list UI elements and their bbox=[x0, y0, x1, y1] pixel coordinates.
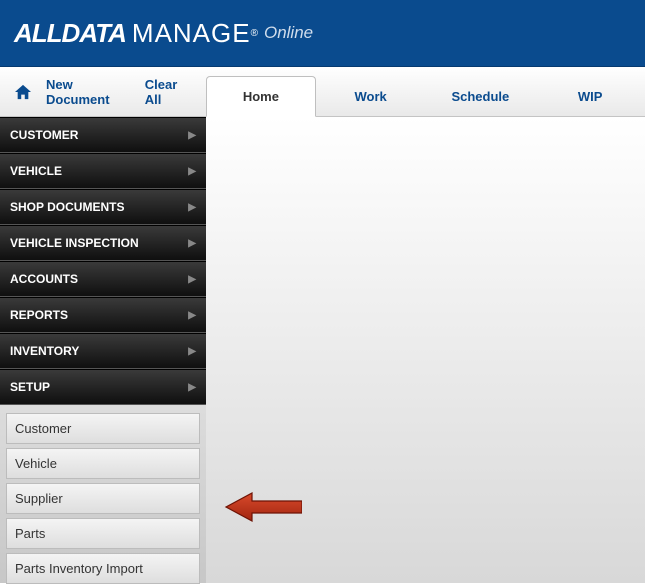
content-area bbox=[206, 117, 645, 583]
nav-label: SETUP bbox=[10, 380, 50, 394]
nav-reports[interactable]: REPORTS ▶ bbox=[0, 297, 206, 333]
sub-customer[interactable]: Customer bbox=[6, 413, 200, 444]
nav-customer[interactable]: CUSTOMER ▶ bbox=[0, 117, 206, 153]
sub-label: Customer bbox=[15, 421, 71, 436]
nav-label: INVENTORY bbox=[10, 344, 79, 358]
tab-label: Schedule bbox=[451, 89, 509, 104]
chevron-right-icon: ▶ bbox=[188, 274, 196, 285]
new-document-link[interactable]: New Document bbox=[46, 77, 131, 107]
nav-label: VEHICLE INSPECTION bbox=[10, 236, 139, 250]
chevron-right-icon: ▶ bbox=[188, 130, 196, 141]
arrow-callout-icon bbox=[224, 492, 302, 527]
app-header: ALLDATA MANAGE® Online bbox=[0, 0, 645, 67]
nav-label: VEHICLE bbox=[10, 164, 62, 178]
brand-manage: MANAGE bbox=[132, 18, 251, 49]
brand-data: DATA bbox=[62, 18, 126, 49]
sub-supplier[interactable]: Supplier bbox=[6, 483, 200, 514]
chevron-right-icon: ▶ bbox=[188, 166, 196, 177]
chevron-right-icon: ▶ bbox=[188, 346, 196, 357]
brand-online: Online bbox=[264, 23, 313, 43]
chevron-right-icon: ▶ bbox=[188, 202, 196, 213]
sidebar: CUSTOMER ▶ VEHICLE ▶ SHOP DOCUMENTS ▶ VE… bbox=[0, 117, 206, 583]
tab-wip[interactable]: WIP bbox=[535, 76, 645, 116]
nav-vehicle-inspection[interactable]: VEHICLE INSPECTION ▶ bbox=[0, 225, 206, 261]
nav-label: ACCOUNTS bbox=[10, 272, 78, 286]
setup-submenu: Customer Vehicle Supplier Parts Parts In… bbox=[0, 405, 206, 584]
nav-vehicle[interactable]: VEHICLE ▶ bbox=[0, 153, 206, 189]
nav-shop-documents[interactable]: SHOP DOCUMENTS ▶ bbox=[0, 189, 206, 225]
chevron-right-icon: ▶ bbox=[188, 382, 196, 393]
nav-setup[interactable]: SETUP ▶ bbox=[0, 369, 206, 405]
body-area: CUSTOMER ▶ VEHICLE ▶ SHOP DOCUMENTS ▶ VE… bbox=[0, 117, 645, 583]
nav-accounts[interactable]: ACCOUNTS ▶ bbox=[0, 261, 206, 297]
tab-strip: Home Work Schedule WIP bbox=[206, 67, 645, 116]
chevron-right-icon: ▶ bbox=[188, 310, 196, 321]
registered-mark: ® bbox=[251, 28, 258, 39]
clear-all-link[interactable]: Clear All bbox=[145, 77, 192, 107]
tab-label: Work bbox=[354, 89, 386, 104]
sub-vehicle[interactable]: Vehicle bbox=[6, 448, 200, 479]
sub-label: Parts Inventory Import bbox=[15, 561, 143, 576]
sub-parts-inventory-import[interactable]: Parts Inventory Import bbox=[6, 553, 200, 584]
tab-label: Home bbox=[243, 89, 279, 104]
tab-home[interactable]: Home bbox=[206, 76, 316, 117]
toolbar-left: New Document Clear All bbox=[0, 67, 206, 116]
nav-label: CUSTOMER bbox=[10, 128, 78, 142]
chevron-right-icon: ▶ bbox=[188, 238, 196, 249]
nav-label: SHOP DOCUMENTS bbox=[10, 200, 124, 214]
nav-label: REPORTS bbox=[10, 308, 68, 322]
sub-parts[interactable]: Parts bbox=[6, 518, 200, 549]
nav-inventory[interactable]: INVENTORY ▶ bbox=[0, 333, 206, 369]
tab-label: WIP bbox=[578, 89, 603, 104]
sub-label: Supplier bbox=[15, 491, 63, 506]
sub-label: Vehicle bbox=[15, 456, 57, 471]
tab-schedule[interactable]: Schedule bbox=[426, 76, 536, 116]
home-icon[interactable] bbox=[14, 84, 32, 100]
brand-all: ALL bbox=[14, 18, 62, 49]
toolbar: New Document Clear All Home Work Schedul… bbox=[0, 67, 645, 117]
sub-label: Parts bbox=[15, 526, 45, 541]
tab-work[interactable]: Work bbox=[316, 76, 426, 116]
